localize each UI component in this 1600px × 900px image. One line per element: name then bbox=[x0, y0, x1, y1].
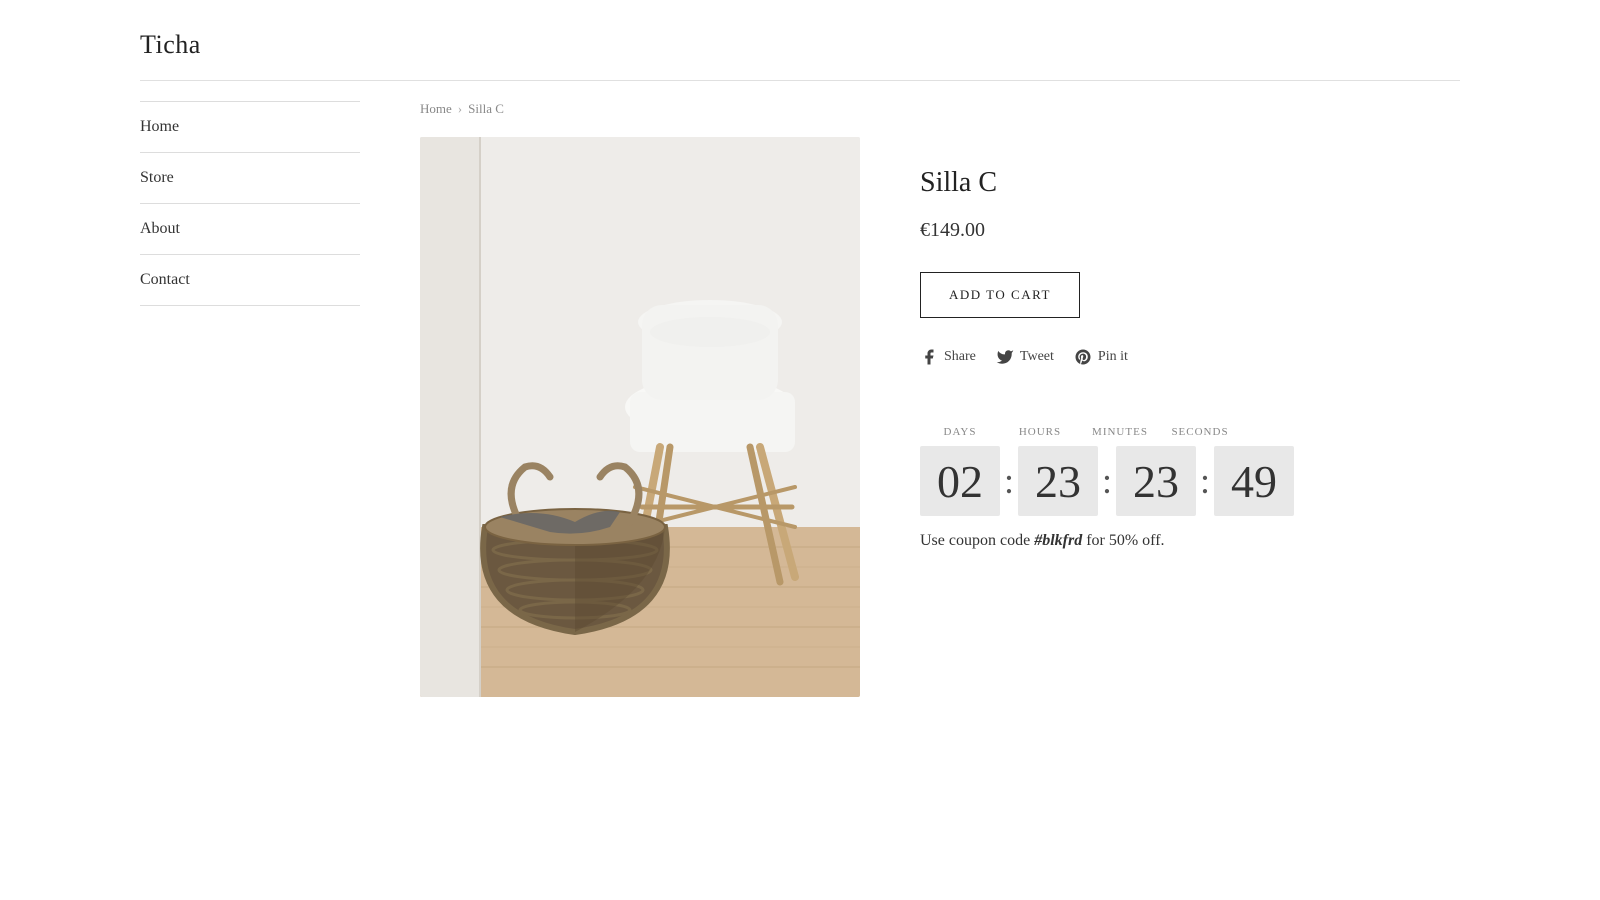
breadcrumb: Home › Silla C bbox=[420, 101, 1460, 117]
seconds-value: 49 bbox=[1214, 446, 1294, 516]
breadcrumb-separator: › bbox=[458, 101, 462, 117]
countdown-section: DAYS HOURS MINUTES SECONDS 02 : 23 : 23 … bbox=[920, 426, 1460, 550]
product-image-container bbox=[420, 137, 860, 697]
sidebar-item-about[interactable]: About bbox=[140, 204, 360, 255]
product-details: Silla C €149.00 ADD TO CART Share bbox=[920, 137, 1460, 697]
sidebar-item-store[interactable]: Store bbox=[140, 153, 360, 204]
facebook-icon bbox=[920, 348, 938, 366]
seconds-label: SECONDS bbox=[1160, 426, 1240, 438]
coupon-code: #blkfrd bbox=[1034, 532, 1082, 549]
countdown-labels: DAYS HOURS MINUTES SECONDS bbox=[920, 426, 1460, 438]
product-price: €149.00 bbox=[920, 219, 1460, 242]
coupon-prefix: Use coupon code bbox=[920, 532, 1034, 549]
colon-3: : bbox=[1196, 463, 1214, 499]
social-share: Share Tweet Pin it bbox=[920, 348, 1460, 366]
coupon-text: Use coupon code #blkfrd for 50% off. bbox=[920, 532, 1460, 550]
breadcrumb-home[interactable]: Home bbox=[420, 101, 452, 117]
colon-2: : bbox=[1098, 463, 1116, 499]
pinterest-share-label: Pin it bbox=[1098, 349, 1128, 365]
product-area: Silla C €149.00 ADD TO CART Share bbox=[420, 137, 1460, 697]
sidebar-item-contact[interactable]: Contact bbox=[140, 255, 360, 306]
main-content: Home › Silla C bbox=[420, 101, 1460, 697]
minutes-label: MINUTES bbox=[1080, 426, 1160, 438]
pinterest-share[interactable]: Pin it bbox=[1074, 348, 1128, 366]
days-label: DAYS bbox=[920, 426, 1000, 438]
colon-1: : bbox=[1000, 463, 1018, 499]
facebook-share[interactable]: Share bbox=[920, 348, 976, 366]
twitter-share[interactable]: Tweet bbox=[996, 348, 1054, 366]
site-title: Ticha bbox=[140, 30, 1460, 60]
days-value: 02 bbox=[920, 446, 1000, 516]
sidebar-item-home[interactable]: Home bbox=[140, 102, 360, 153]
site-header: Ticha bbox=[140, 0, 1460, 80]
add-to-cart-button[interactable]: ADD TO CART bbox=[920, 272, 1080, 318]
product-name: Silla C bbox=[920, 167, 1460, 199]
coupon-suffix: for 50% off. bbox=[1082, 532, 1164, 549]
pinterest-icon bbox=[1074, 348, 1092, 366]
countdown-display: 02 : 23 : 23 : 49 bbox=[920, 446, 1460, 516]
minutes-value: 23 bbox=[1116, 446, 1196, 516]
twitter-share-label: Tweet bbox=[1020, 349, 1054, 365]
hours-label: HOURS bbox=[1000, 426, 1080, 438]
breadcrumb-current: Silla C bbox=[468, 101, 504, 117]
product-image bbox=[420, 137, 860, 697]
twitter-icon bbox=[996, 348, 1014, 366]
sidebar-nav: Home Store About Contact bbox=[140, 101, 360, 697]
hours-value: 23 bbox=[1018, 446, 1098, 516]
facebook-share-label: Share bbox=[944, 349, 976, 365]
